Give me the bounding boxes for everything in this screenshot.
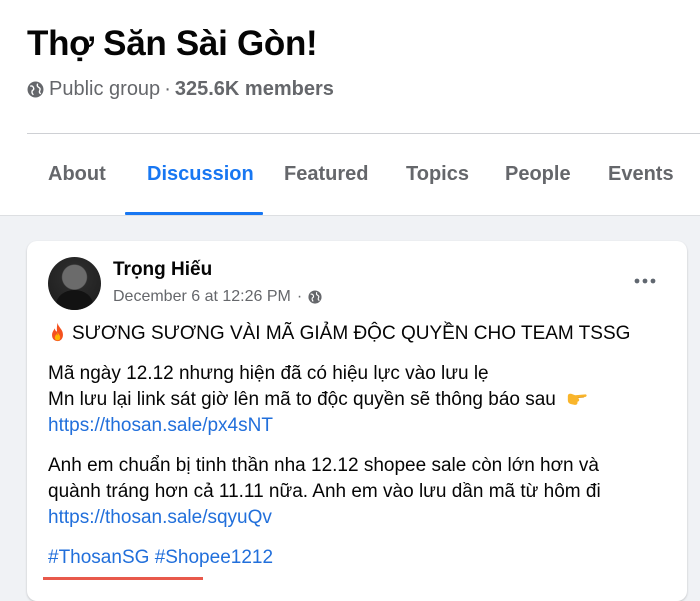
group-tabs: About Discussion Featured Topics People … <box>0 134 700 215</box>
more-options-icon <box>634 278 656 284</box>
members-count[interactable]: 325.6K members <box>175 78 334 101</box>
hashtag-shopee1212[interactable]: #Shopee1212 <box>155 547 273 568</box>
post-text-line-with-emoji: Mn lưu lại link sát giờ lên mã to độc qu… <box>48 387 673 413</box>
tab-featured[interactable]: Featured <box>284 134 368 215</box>
pointing-right-emoji <box>567 393 587 405</box>
post-link-2[interactable]: https://thosan.sale/sqyuQv <box>48 505 673 531</box>
post-paragraph-2: Anh em chuẩn bị tinh thần nha 12.12 shop… <box>48 453 673 531</box>
fire-emoji <box>52 322 63 342</box>
active-tab-indicator <box>125 212 263 215</box>
globe-icon <box>308 290 322 304</box>
post-heading-paragraph: SƯƠNG SƯƠNG VÀI MÃ GIẢM ĐỘC QUYỀN CHO TE… <box>48 321 673 347</box>
tab-events[interactable]: Events <box>608 134 674 215</box>
time-separator: · <box>296 288 303 305</box>
tab-about[interactable]: About <box>48 134 106 215</box>
post-text-line: Anh em chuẩn bị tinh thần nha 12.12 shop… <box>48 455 599 476</box>
post-card: Trọng Hiếu December 6 at 12:26 PM · SƯƠN… <box>27 241 687 601</box>
post-author[interactable]: Trọng Hiếu <box>113 259 212 281</box>
group-header: Thợ Săn Sài Gòn! Public group · 325.6K m… <box>0 0 700 216</box>
post-hashtags: #ThosanSG #Shopee1212 <box>48 545 673 571</box>
privacy-label[interactable]: Public group <box>49 78 160 101</box>
post-body: SƯƠNG SƯƠNG VÀI MÃ GIẢM ĐỘC QUYỀN CHO TE… <box>48 321 673 585</box>
post-heading: SƯƠNG SƯƠNG VÀI MÃ GIẢM ĐỘC QUYỀN CHO TE… <box>72 323 631 344</box>
group-meta: Public group · 325.6K members <box>27 78 334 101</box>
tab-discussion[interactable]: Discussion <box>147 134 254 215</box>
hashtag-thosansg[interactable]: #ThosanSG <box>48 547 149 568</box>
globe-icon <box>27 81 44 98</box>
group-title[interactable]: Thợ Săn Sài Gòn! <box>27 24 318 64</box>
post-link-1[interactable]: https://thosan.sale/px4sNT <box>48 413 673 439</box>
post-text-line: quành tráng hơn cả 11.11 nữa. Anh em vào… <box>48 481 601 502</box>
more-options-button[interactable] <box>627 263 663 299</box>
avatar-figure <box>56 290 93 310</box>
tab-topics[interactable]: Topics <box>406 134 469 215</box>
post-text-line: Mã ngày 12.12 nhưng hiện đã có hiệu lực … <box>48 363 489 384</box>
avatar[interactable] <box>48 257 101 310</box>
meta-separator: · <box>164 78 171 100</box>
post-meta: December 6 at 12:26 PM · <box>113 288 322 306</box>
post-paragraph-1: Mã ngày 12.12 nhưng hiện đã có hiệu lực … <box>48 361 673 439</box>
post-text-line: Mn lưu lại link sát giờ lên mã to độc qu… <box>48 389 556 410</box>
tab-people[interactable]: People <box>505 134 571 215</box>
post-timestamp[interactable]: December 6 at 12:26 PM <box>113 288 291 306</box>
